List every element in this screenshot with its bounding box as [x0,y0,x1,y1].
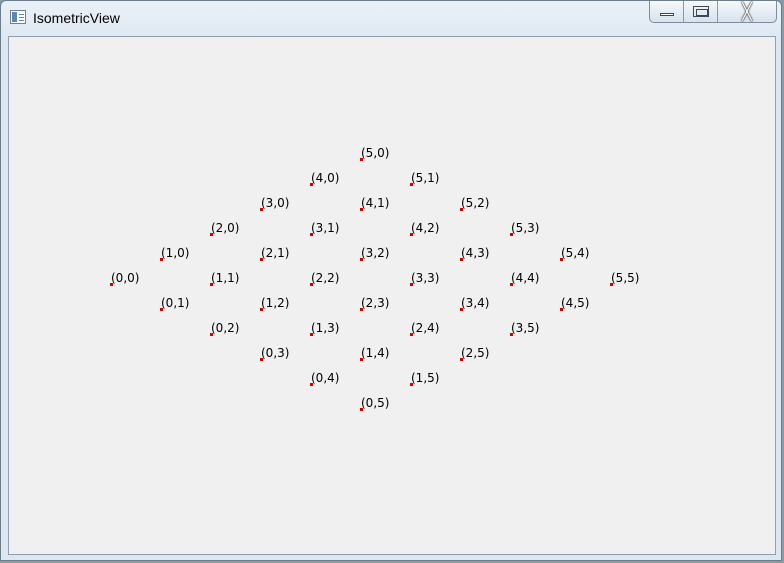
window-title: IsometricView [33,10,120,26]
close-icon: ╳ [742,2,752,21]
minimize-button[interactable] [650,1,684,22]
grid-point-label: (1,1) [211,271,240,285]
grid-point-label: (0,4) [311,371,340,385]
grid-point-label: (4,5) [561,296,590,310]
grid-point-label: (3,0) [261,196,290,210]
caption-buttons: ╳ [649,1,777,23]
grid-point-label: (1,4) [361,346,390,360]
grid-point-label: (4,4) [511,271,540,285]
grid-point-label: (1,5) [411,371,440,385]
grid-point-label: (3,5) [511,321,540,335]
grid-point-label: (3,4) [461,296,490,310]
grid-point-label: (5,4) [561,246,590,260]
grid-point-label: (1,3) [311,321,340,335]
grid-point-label: (4,3) [461,246,490,260]
maximize-icon [693,6,709,17]
grid-point-label: (1,0) [161,246,190,260]
grid-point-label: (5,3) [511,221,540,235]
grid-point-label: (0,1) [161,296,190,310]
grid-point-label: (0,5) [361,396,390,410]
minimize-icon [660,13,674,16]
grid-point-label: (5,2) [461,196,490,210]
isometric-canvas: (0,0) (0,1) (0,2) (0,3) (0,4) (0,5) (1,0) (1,1)… [9,37,775,554]
client-area: (0,0) (0,1) (0,2) (0,3) (0,4) (0,5) (1,0) (1,1)… [8,36,776,555]
grid-point-label: (1,2) [261,296,290,310]
grid-point-label: (0,0) [111,271,140,285]
grid-point-label: (3,2) [361,246,390,260]
grid-point-label: (5,5) [611,271,640,285]
grid-point-label: (2,0) [211,221,240,235]
maximize-button[interactable] [684,1,718,22]
grid-point-label: (3,1) [311,221,340,235]
grid-point-label: (5,0) [361,146,390,160]
app-window: IsometricView ╳ (0,0) (0,1) (0,2) (0,3) (0,4… [0,0,782,561]
grid-point-label: (4,2) [411,221,440,235]
grid-point-label: (2,1) [261,246,290,260]
grid-point-label: (0,3) [261,346,290,360]
grid-point-label: (2,2) [311,271,340,285]
grid-point-label: (0,2) [211,321,240,335]
app-window-icon[interactable] [10,10,26,24]
title-bar[interactable]: IsometricView ╳ [1,1,781,35]
close-button[interactable]: ╳ [718,1,776,22]
grid-point-label: (3,3) [411,271,440,285]
grid-point-label: (2,4) [411,321,440,335]
grid-point-label: (2,5) [461,346,490,360]
grid-point-label: (4,1) [361,196,390,210]
grid-point-label: (5,1) [411,171,440,185]
grid-point-label: (2,3) [361,296,390,310]
grid-point-label: (4,0) [311,171,340,185]
